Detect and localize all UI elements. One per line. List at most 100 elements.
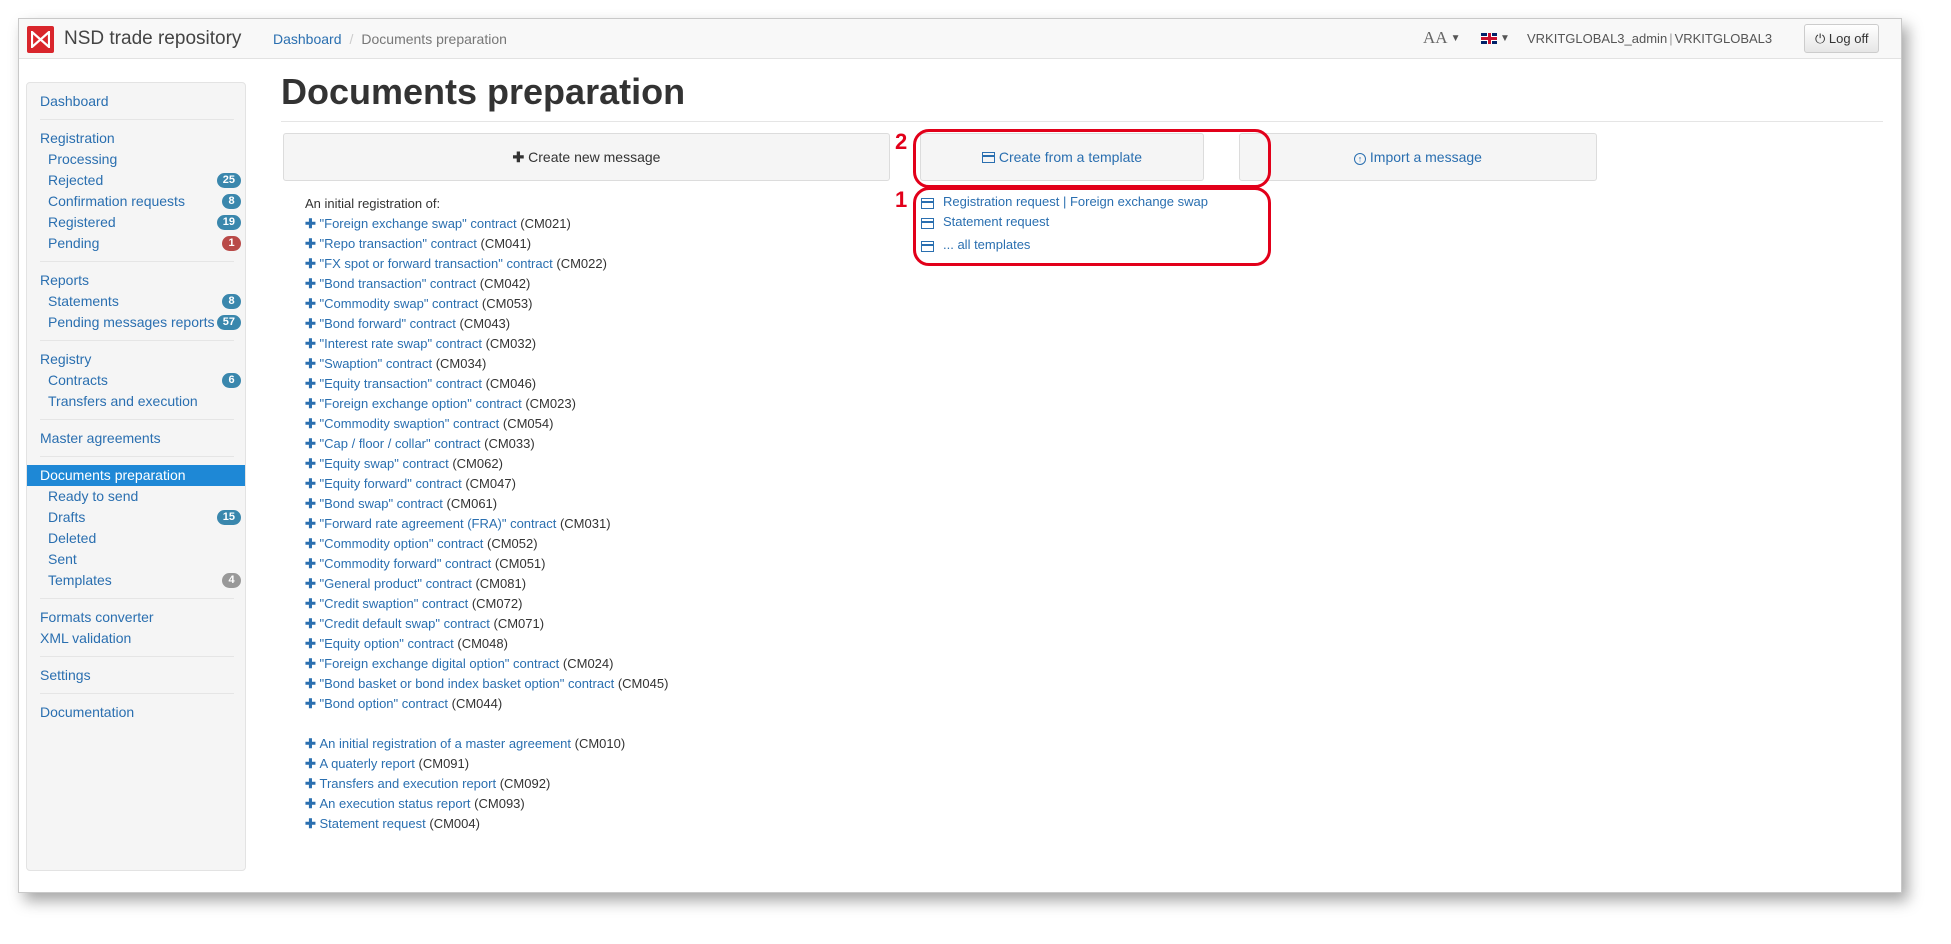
plus-icon[interactable]: ✚ xyxy=(305,576,320,591)
import-message-button[interactable]: ↑ Import a message xyxy=(1239,133,1597,181)
plus-icon[interactable]: ✚ xyxy=(305,736,320,751)
registration-link[interactable]: "Equity swap" contract xyxy=(320,456,449,471)
registration-link[interactable]: "Credit default swap" contract xyxy=(320,616,490,631)
sidebar-item-sent[interactable]: Sent xyxy=(27,549,245,570)
registration-link[interactable]: "Foreign exchange digital option" contra… xyxy=(320,656,560,671)
plus-icon[interactable]: ✚ xyxy=(305,216,320,231)
registration-link[interactable]: "Foreign exchange option" contract xyxy=(320,396,522,411)
breadcrumb-dashboard-link[interactable]: Dashboard xyxy=(273,31,342,47)
plus-icon[interactable]: ✚ xyxy=(305,436,320,451)
sidebar-item-xml-validation[interactable]: XML validation xyxy=(27,628,245,649)
sidebar-item-transfers-and-execution[interactable]: Transfers and execution xyxy=(27,391,245,412)
plus-icon[interactable]: ✚ xyxy=(305,796,320,811)
registration-link[interactable]: "Bond option" contract xyxy=(320,696,448,711)
message-link[interactable]: An execution status report xyxy=(320,796,471,811)
message-code: (CM054) xyxy=(502,416,554,431)
plus-icon[interactable]: ✚ xyxy=(305,656,320,671)
registration-link[interactable]: "Equity option" contract xyxy=(320,636,454,651)
plus-icon[interactable]: ✚ xyxy=(305,456,320,471)
registration-link[interactable]: "Bond swap" contract xyxy=(320,496,443,511)
plus-icon[interactable]: ✚ xyxy=(305,776,320,791)
message-code: (CM044) xyxy=(451,696,503,711)
plus-icon[interactable]: ✚ xyxy=(305,676,320,691)
registration-link[interactable]: "Commodity swap" contract xyxy=(320,296,479,311)
create-new-message-button[interactable]: ✚ Create new message xyxy=(283,133,890,181)
sidebar-item-master-agreements[interactable]: Master agreements xyxy=(27,428,245,449)
plus-icon[interactable]: ✚ xyxy=(305,296,320,311)
count-badge: 19 xyxy=(216,215,241,230)
message-link[interactable]: Statement request xyxy=(320,816,426,831)
message-link[interactable]: Transfers and execution report xyxy=(320,776,497,791)
sidebar-item-templates[interactable]: Templates 4 xyxy=(27,570,245,591)
logoff-button[interactable]: ⏻ Log off xyxy=(1804,24,1880,53)
plus-icon[interactable]: ✚ xyxy=(305,696,320,711)
registration-link[interactable]: "Cap / floor / collar" contract xyxy=(320,436,481,451)
sidebar-item-formats-converter[interactable]: Formats converter xyxy=(27,607,245,628)
registration-list-item: ✚ "Equity option" contract (CM048) xyxy=(305,634,668,654)
sidebar-item-pending-messages-reports[interactable]: Pending messages reports 57 xyxy=(27,312,245,333)
registration-link[interactable]: "Interest rate swap" contract xyxy=(320,336,482,351)
plus-icon[interactable]: ✚ xyxy=(305,416,320,431)
plus-icon[interactable]: ✚ xyxy=(305,596,320,611)
plus-icon[interactable]: ✚ xyxy=(305,356,320,371)
plus-icon[interactable]: ✚ xyxy=(305,396,320,411)
plus-icon[interactable]: ✚ xyxy=(305,496,320,511)
registration-list-item: ✚ "Commodity swap" contract (CM053) xyxy=(305,294,668,314)
plus-icon[interactable]: ✚ xyxy=(305,476,320,491)
plus-icon[interactable]: ✚ xyxy=(305,536,320,551)
registration-link[interactable]: "Foreign exchange swap" contract xyxy=(320,216,517,231)
sidebar-item-drafts[interactable]: Drafts 15 xyxy=(27,507,245,528)
sidebar-item-contracts[interactable]: Contracts 6 xyxy=(27,370,245,391)
plus-icon[interactable]: ✚ xyxy=(305,756,320,771)
sidebar-item-ready-to-send[interactable]: Ready to send xyxy=(27,486,245,507)
sidebar-item-documents-preparation[interactable]: Documents preparation xyxy=(27,465,245,486)
registration-link[interactable]: "General product" contract xyxy=(320,576,472,591)
registration-link[interactable]: "Bond transaction" contract xyxy=(320,276,477,291)
registration-link[interactable]: "Commodity swaption" contract xyxy=(320,416,500,431)
registration-link[interactable]: "FX spot or forward transaction" contrac… xyxy=(320,256,553,271)
sidebar-item-deleted[interactable]: Deleted xyxy=(27,528,245,549)
plus-icon[interactable]: ✚ xyxy=(305,376,320,391)
registration-link[interactable]: "Commodity forward" contract xyxy=(320,556,492,571)
plus-icon[interactable]: ✚ xyxy=(305,276,320,291)
brand-name[interactable]: NSD trade repository xyxy=(64,28,241,50)
language-dropdown[interactable]: ▼ xyxy=(1481,31,1510,46)
plus-icon[interactable]: ✚ xyxy=(305,636,320,651)
message-list-item: ✚ Statement request (CM004) xyxy=(305,814,668,834)
registration-link[interactable]: "Credit swaption" contract xyxy=(320,596,469,611)
registration-link[interactable]: "Bond basket or bond index basket option… xyxy=(320,676,615,691)
sidebar-item-dashboard[interactable]: Dashboard xyxy=(27,91,245,112)
plus-icon[interactable]: ✚ xyxy=(305,616,320,631)
sidebar-item-settings[interactable]: Settings xyxy=(27,665,245,686)
plus-icon[interactable]: ✚ xyxy=(305,256,320,271)
sidebar-item-reports[interactable]: Reports xyxy=(27,270,245,291)
registration-list-item: ✚ "Foreign exchange digital option" cont… xyxy=(305,654,668,674)
plus-icon[interactable]: ✚ xyxy=(305,336,320,351)
plus-icon[interactable]: ✚ xyxy=(305,316,320,331)
sidebar-item-rejected[interactable]: Rejected 25 xyxy=(27,170,245,191)
plus-icon[interactable]: ✚ xyxy=(305,516,320,531)
sidebar-item-confirmation-requests[interactable]: Confirmation requests 8 xyxy=(27,191,245,212)
plus-icon[interactable]: ✚ xyxy=(305,816,320,831)
sidebar-item-documentation[interactable]: Documentation xyxy=(27,702,245,723)
plus-icon[interactable]: ✚ xyxy=(305,556,320,571)
sidebar-item-registry[interactable]: Registry xyxy=(27,349,245,370)
sidebar-item-processing[interactable]: Processing xyxy=(27,149,245,170)
registration-link[interactable]: "Equity forward" contract xyxy=(320,476,462,491)
registration-link[interactable]: "Forward rate agreement (FRA)" contract xyxy=(320,516,557,531)
registration-link[interactable]: "Repo transaction" contract xyxy=(320,236,477,251)
sidebar-item-statements[interactable]: Statements 8 xyxy=(27,291,245,312)
registration-link[interactable]: "Commodity option" contract xyxy=(320,536,484,551)
font-size-dropdown[interactable]: AA ▼ xyxy=(1423,28,1460,48)
sidebar-item-pending[interactable]: Pending 1 xyxy=(27,233,245,254)
registration-list-item: ✚ "Foreign exchange swap" contract (CM02… xyxy=(305,214,668,234)
registration-link[interactable]: "Equity transaction" contract xyxy=(320,376,482,391)
message-link[interactable]: A quaterly report xyxy=(320,756,415,771)
registration-link[interactable]: "Bond forward" contract xyxy=(320,316,456,331)
sidebar-item-registration[interactable]: Registration xyxy=(27,128,245,149)
message-link[interactable]: An initial registration of a master agre… xyxy=(320,736,571,751)
registration-link[interactable]: "Swaption" contract xyxy=(320,356,433,371)
sidebar-item-registered[interactable]: Registered 19 xyxy=(27,212,245,233)
nsd-logo[interactable] xyxy=(27,26,54,53)
plus-icon[interactable]: ✚ xyxy=(305,236,320,251)
